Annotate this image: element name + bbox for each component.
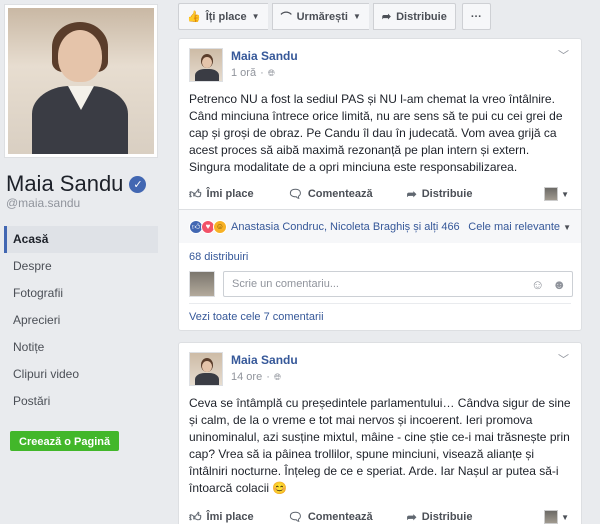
post-card: Maia Sandu 14 ore · 🌐︎ ﹀ Ceva se întâmpl…	[178, 342, 582, 524]
comment-sort-label: Cele mai relevante	[468, 220, 561, 233]
page-nav: Acasă Despre Fotografii Aprecieri Notițe…	[4, 226, 158, 415]
nav-item-postari[interactable]: Postări	[4, 388, 158, 415]
post-timestamp[interactable]: 1 oră · 🌐︎	[231, 67, 275, 79]
post-header: Maia Sandu 14 ore · 🌐︎ ﹀	[179, 343, 581, 395]
nav-item-notite[interactable]: Notițe	[4, 334, 158, 361]
comment-label: Comentează	[307, 188, 373, 200]
chevron-down-icon: ▼	[563, 222, 571, 232]
comment-input[interactable]: Scrie un comentariu... ☺ ☻	[223, 271, 573, 297]
more-options-button[interactable]: ···	[461, 3, 491, 30]
avatar	[544, 187, 559, 201]
post-as-selector[interactable]: ▼	[544, 510, 569, 524]
post-author[interactable]: Maia Sandu	[231, 353, 298, 367]
comment-bubble-icon: 🗨︎	[287, 510, 303, 524]
comment-button[interactable]: 🗨︎ Comentează	[288, 510, 373, 524]
comment-sort-dropdown[interactable]: Cele mai relevante ▼	[468, 221, 571, 233]
create-page-button[interactable]: Creează o Pagină	[10, 431, 120, 451]
post-actions: 👍︎ Îmi place 🗨︎ Comentează ➦ Distribuie …	[179, 503, 581, 524]
post-time-text: 1 oră	[231, 67, 257, 79]
avatar[interactable]	[189, 48, 223, 82]
reactions-summary[interactable]: Anastasia Condruc, Nicoleta Braghiș și a…	[231, 221, 460, 233]
profile-picture[interactable]	[4, 4, 158, 158]
share-page-button[interactable]: ➦ Distribuie	[372, 3, 456, 30]
divider	[189, 303, 571, 304]
reactions-bar: 👍︎ ♥ ☺ Anastasia Condruc, Nicoleta Bragh…	[179, 209, 581, 243]
like-button[interactable]: 👍︎ Îmi place	[189, 510, 254, 524]
page-handle[interactable]: @maia.sandu	[6, 196, 80, 210]
haha-reaction-icon: ☺	[213, 219, 227, 234]
share-arrow-icon: ➦	[406, 187, 417, 201]
post-actions: 👍︎ Îmi place 🗨︎ Comentează ➦ Distribuie …	[179, 180, 581, 208]
comment-button[interactable]: 🗨︎ Comentează	[288, 187, 373, 201]
avatar	[189, 271, 215, 297]
comment-composer: Scrie un comentariu... ☺ ☻	[189, 270, 573, 298]
page-action-bar: 👍 Îți place ▼ ⌒ Urmărești ▼ ➦ Distribuie…	[178, 3, 495, 30]
like-label: Îmi place	[206, 511, 254, 523]
avatar[interactable]	[189, 352, 223, 386]
like-page-label: Îți place	[205, 10, 247, 23]
share-label: Distribuie	[421, 511, 473, 523]
nav-item-acasa[interactable]: Acasă	[4, 226, 158, 253]
profile-photo	[8, 8, 154, 154]
share-page-label: Distribuie	[396, 10, 447, 23]
shares-count[interactable]: 68 distribuiri	[189, 251, 248, 263]
nav-item-clipuri-video[interactable]: Clipuri video	[4, 361, 158, 388]
emoji-icon[interactable]: ☺	[531, 277, 544, 292]
follow-button[interactable]: ⌒ Urmărești ▼	[271, 3, 369, 30]
chevron-down-icon: ▼	[561, 512, 569, 522]
sticker-icon[interactable]: ☻	[552, 277, 566, 292]
follow-label: Urmărești	[296, 10, 348, 23]
page-name[interactable]: Maia Sandu ✓	[6, 171, 147, 197]
view-all-comments-link[interactable]: Vezi toate cele 7 comentarii	[189, 311, 324, 323]
nav-item-despre[interactable]: Despre	[4, 253, 158, 280]
post-options-chevron-icon[interactable]: ﹀	[558, 47, 569, 63]
rss-icon: ⌒	[280, 11, 292, 24]
page-name-text: Maia Sandu	[6, 171, 124, 196]
post-text: Ceva se întâmplă cu președintele parlame…	[189, 396, 571, 495]
globe-icon: 🌐︎	[273, 371, 282, 382]
share-arrow-icon: ➦	[381, 11, 392, 23]
nav-item-aprecieri[interactable]: Aprecieri	[4, 307, 158, 334]
nav-item-fotografii[interactable]: Fotografii	[4, 280, 158, 307]
comment-label: Comentează	[307, 511, 373, 523]
like-button[interactable]: 👍︎ Îmi place	[189, 187, 254, 202]
verified-badge-icon: ✓	[129, 175, 147, 193]
left-column: Maia Sandu ✓ @maia.sandu Acasă Despre Fo…	[0, 0, 165, 524]
post-author[interactable]: Maia Sandu	[231, 49, 298, 63]
thumbs-up-icon: 👍︎	[189, 509, 202, 524]
thumbs-up-icon: 👍︎	[189, 186, 202, 201]
post-options-chevron-icon[interactable]: ﹀	[558, 351, 569, 367]
share-label: Distribuie	[421, 188, 473, 200]
chevron-down-icon: ▼	[251, 12, 260, 21]
globe-icon: 🌐︎	[267, 67, 275, 78]
avatar	[544, 510, 559, 524]
chevron-down-icon: ▼	[352, 12, 361, 21]
post-text: Petrenco NU a fost la sediul PAS și NU l…	[189, 92, 563, 174]
like-page-button[interactable]: 👍 Îți place ▼	[178, 3, 268, 30]
post-as-selector[interactable]: ▼	[544, 187, 569, 201]
thumbs-up-icon: 👍	[187, 11, 201, 23]
post-card: Maia Sandu 1 oră · 🌐︎ ﹀ Petrenco NU a fo…	[178, 38, 582, 331]
post-time-text: 14 ore	[231, 371, 263, 383]
share-arrow-icon: ➦	[406, 510, 417, 524]
comment-bubble-icon: 🗨︎	[287, 187, 303, 201]
chevron-down-icon: ▼	[561, 189, 569, 199]
share-button[interactable]: ➦ Distribuie	[407, 510, 473, 524]
like-label: Îmi place	[206, 188, 254, 200]
comment-placeholder: Scrie un comentariu...	[232, 278, 339, 290]
post-timestamp[interactable]: 14 ore · 🌐︎	[231, 371, 281, 383]
post-header: Maia Sandu 1 oră · 🌐︎ ﹀	[179, 39, 581, 91]
share-button[interactable]: ➦ Distribuie	[407, 187, 473, 201]
